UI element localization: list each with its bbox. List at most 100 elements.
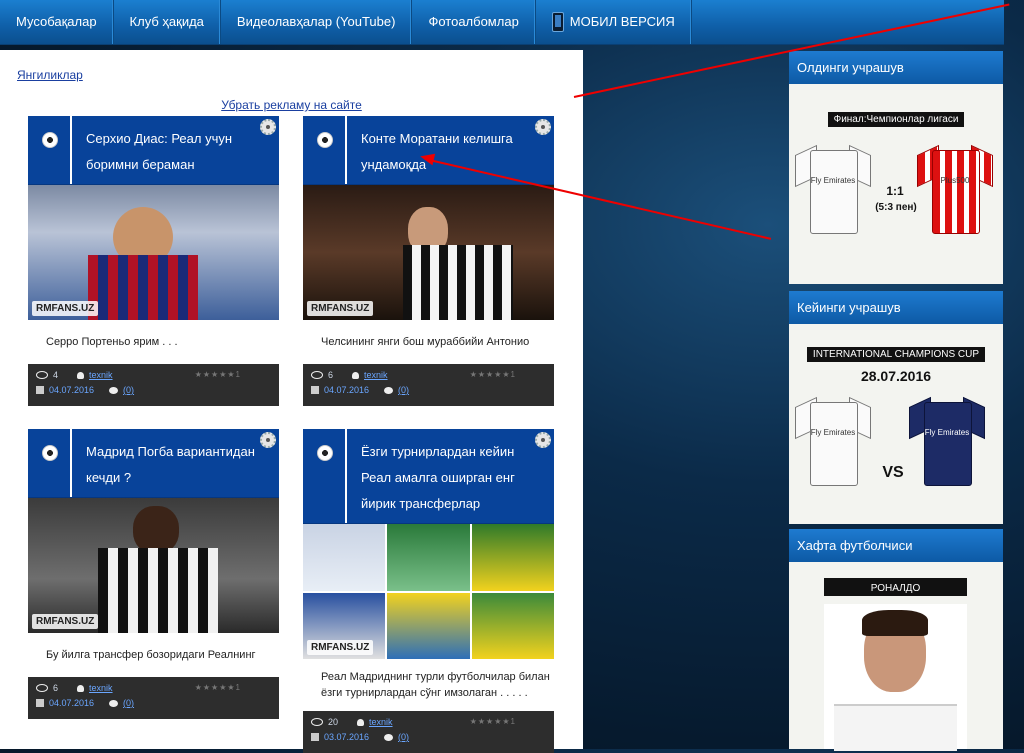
eye-icon bbox=[311, 718, 323, 726]
rating-stars[interactable]: ★★★★★1 bbox=[195, 683, 241, 692]
card-header: Конте Моратани келишга ундамоқда bbox=[303, 116, 554, 185]
football-icon bbox=[317, 445, 333, 461]
nav-about-club[interactable]: Клуб ҳақида bbox=[114, 0, 221, 44]
widget-heading: Олдинги учрашув bbox=[789, 51, 1003, 84]
eye-icon bbox=[36, 371, 48, 379]
card-title[interactable]: Мадрид Погба вариантидан кечди ? bbox=[86, 429, 279, 501]
card-excerpt: Серро Портеньо ярим . . . bbox=[46, 336, 178, 348]
author-link[interactable]: texnik bbox=[369, 717, 393, 727]
comment-icon bbox=[109, 699, 119, 707]
gear-icon[interactable] bbox=[260, 432, 276, 448]
away-shirt: Plus500 bbox=[917, 144, 993, 234]
calendar-icon bbox=[36, 699, 44, 707]
nav-videos[interactable]: Видеолавҳалар (YouTube) bbox=[221, 0, 413, 44]
nav-competitions[interactable]: Мусобақалар bbox=[0, 0, 114, 44]
card-excerpt: Челсининг янги бош мураббийи Антонио bbox=[321, 336, 530, 348]
post-date: 04.07.2016 bbox=[324, 385, 370, 395]
away-shirt-sponsor: Fly Emirates bbox=[924, 428, 970, 437]
card-image[interactable]: RMFANS.UZ bbox=[303, 185, 554, 320]
post-date: 03.07.2016 bbox=[324, 732, 370, 742]
match-banner: INTERNATIONAL CHAMPIONS CUP bbox=[806, 347, 986, 362]
post-date: 04.07.2016 bbox=[49, 698, 95, 708]
card-image[interactable]: RMFANS.UZ bbox=[28, 498, 279, 633]
post-date: 04.07.2016 bbox=[49, 385, 95, 395]
card-image[interactable]: RMFANS.UZ bbox=[303, 524, 554, 659]
football-icon bbox=[42, 132, 58, 148]
calendar-icon bbox=[311, 386, 319, 394]
card-header: Серхио Диас: Реал учун боримни бераман bbox=[28, 116, 279, 185]
card-meta: 20 texnik 03.07.2016 (0) ★★★★★1 bbox=[303, 711, 554, 753]
nav-mobile-version[interactable]: МОБИЛ ВЕРСИЯ bbox=[536, 0, 692, 44]
eye-icon bbox=[36, 684, 48, 692]
match-date: 28.07.2016 bbox=[860, 368, 932, 384]
card-meta: 6 texnik 04.07.2016 (0) ★★★★★1 bbox=[303, 364, 554, 406]
widget-heading: Хафта футболчиси bbox=[789, 529, 1003, 562]
away-shirt: Fly Emirates bbox=[909, 396, 985, 486]
match-score: 1:1 bbox=[886, 184, 904, 198]
watermark: RMFANS.UZ bbox=[307, 301, 374, 316]
card-header: Ёзги турнирлардан кейин Реал амалга ошир… bbox=[303, 429, 554, 524]
rating-stars[interactable]: ★★★★★1 bbox=[470, 370, 516, 379]
calendar-icon bbox=[36, 386, 44, 394]
comments-link[interactable]: (0) bbox=[398, 385, 409, 395]
card-title[interactable]: Серхио Диас: Реал учун боримни бераман bbox=[86, 116, 279, 188]
main-content: Янгиликлар Убрать рекламу на сайте Серхи… bbox=[0, 50, 583, 753]
user-icon bbox=[357, 718, 365, 726]
comments-link[interactable]: (0) bbox=[123, 698, 134, 708]
rating-stars[interactable]: ★★★★★1 bbox=[470, 717, 516, 726]
news-card[interactable]: Ёзги турнирлардан кейин Реал амалга ошир… bbox=[303, 429, 554, 753]
comments-link[interactable]: (0) bbox=[123, 385, 134, 395]
previous-match-widget: Олдинги учрашув Финал:Чемпионлар лигаси … bbox=[789, 51, 1003, 284]
home-shirt-sponsor: Fly Emirates bbox=[810, 428, 856, 437]
author-link[interactable]: texnik bbox=[364, 370, 388, 380]
gear-icon[interactable] bbox=[260, 119, 276, 135]
penalty-score: (5:3 пен) bbox=[875, 202, 917, 213]
nav-mobile-label: МОБИЛ ВЕРСИЯ bbox=[569, 14, 675, 29]
author-link[interactable]: texnik bbox=[89, 683, 113, 693]
card-title[interactable]: Ёзги турнирлардан кейин Реал амалга ошир… bbox=[361, 429, 554, 527]
nav-photo-albums[interactable]: Фотоалбомлар bbox=[412, 0, 536, 44]
views-count: 6 bbox=[328, 370, 334, 380]
news-card[interactable]: Мадрид Погба вариантидан кечди ? RMFANS.… bbox=[28, 429, 279, 719]
gear-icon[interactable] bbox=[535, 119, 551, 135]
card-excerpt: Реал Мадриднинг турли футболчилар билан … bbox=[321, 671, 550, 699]
card-excerpt: Бу йилга трансфер бозоридаги Реалнинг bbox=[46, 649, 256, 661]
home-shirt: Fly Emirates bbox=[795, 144, 871, 234]
user-icon bbox=[77, 371, 85, 379]
previous-match-card[interactable]: Финал:Чемпионлар лигаси Fly Emirates Plu… bbox=[789, 84, 1003, 284]
comment-icon bbox=[384, 386, 394, 394]
author-link[interactable]: texnik bbox=[89, 370, 113, 380]
views-count: 20 bbox=[328, 717, 339, 727]
user-icon bbox=[77, 684, 85, 692]
card-header: Мадрид Погба вариантидан кечди ? bbox=[28, 429, 279, 498]
news-card[interactable]: Серхио Диас: Реал учун боримни бераман R… bbox=[28, 116, 279, 406]
home-shirt-sponsor: Fly Emirates bbox=[810, 176, 856, 185]
card-title[interactable]: Конте Моратани келишга ундамоқда bbox=[361, 116, 554, 188]
views-count: 6 bbox=[53, 683, 59, 693]
card-image[interactable]: RMFANS.UZ bbox=[28, 185, 279, 320]
comments-link[interactable]: (0) bbox=[398, 732, 409, 742]
next-match-card[interactable]: INTERNATIONAL CHAMPIONS CUP 28.07.2016 F… bbox=[789, 324, 1003, 524]
player-photo bbox=[824, 604, 967, 751]
breadcrumb-news[interactable]: Янгиликлар bbox=[17, 68, 83, 82]
player-of-week-card[interactable]: РОНАЛДО bbox=[789, 562, 1003, 751]
views-count: 4 bbox=[53, 370, 59, 380]
versus-label: VS bbox=[882, 464, 904, 481]
eye-icon bbox=[311, 371, 323, 379]
player-of-week-widget: Хафта футболчиси РОНАЛДО bbox=[789, 529, 1003, 751]
remove-ads-link[interactable]: Убрать рекламу на сайте bbox=[0, 98, 583, 112]
calendar-icon bbox=[311, 733, 319, 741]
football-icon bbox=[42, 445, 58, 461]
watermark: RMFANS.UZ bbox=[32, 301, 99, 316]
gear-icon[interactable] bbox=[535, 432, 551, 448]
user-icon bbox=[352, 371, 360, 379]
next-match-widget: Кейинги учрашув INTERNATIONAL CHAMPIONS … bbox=[789, 291, 1003, 524]
match-banner: Финал:Чемпионлар лигаси bbox=[827, 112, 965, 127]
comment-icon bbox=[109, 386, 119, 394]
phone-icon bbox=[551, 12, 564, 32]
widget-heading: Кейинги учрашув bbox=[789, 291, 1003, 324]
rating-stars[interactable]: ★★★★★1 bbox=[195, 370, 241, 379]
comment-icon bbox=[384, 733, 394, 741]
watermark: RMFANS.UZ bbox=[32, 614, 99, 629]
away-shirt-sponsor: Plus500 bbox=[940, 176, 970, 185]
